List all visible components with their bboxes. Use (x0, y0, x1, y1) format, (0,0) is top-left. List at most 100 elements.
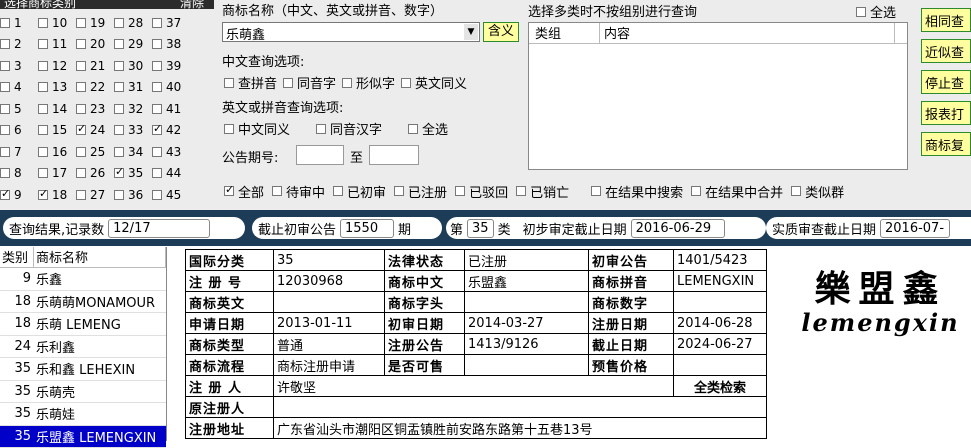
class-checkbox-33[interactable]: 33 (114, 123, 152, 137)
list-item[interactable]: 9乐鑫 (0, 268, 166, 291)
checkbox-icon[interactable] (152, 147, 162, 157)
class-checkbox-37[interactable]: 37 (152, 16, 182, 30)
checkbox-icon[interactable] (791, 186, 801, 196)
checkbox-icon[interactable] (76, 168, 86, 178)
filter-5[interactable]: 已销亡 (516, 182, 569, 201)
class-checkbox-43[interactable]: 43 (152, 145, 182, 159)
meaning-button[interactable]: 含义 (483, 22, 519, 42)
checkbox-icon[interactable] (152, 39, 162, 49)
class-checkbox-39[interactable]: 39 (152, 59, 182, 73)
en-option-0[interactable]: 中文同义 (224, 119, 290, 138)
class-checkbox-3[interactable]: 3 (0, 59, 38, 73)
full-class-search-button[interactable]: 全类检索 (674, 376, 767, 397)
class-checkbox-31[interactable]: 31 (114, 80, 152, 94)
class-checkbox-22[interactable]: 22 (76, 80, 114, 94)
cn-option-0[interactable]: 查拼音 (224, 73, 277, 92)
class-checkbox-44[interactable]: 44 (152, 166, 182, 180)
checkbox-icon[interactable] (114, 190, 124, 200)
class-checkbox-38[interactable]: 38 (152, 37, 182, 51)
checkbox-icon[interactable] (0, 18, 10, 28)
class-checkbox-42[interactable]: 42 (152, 123, 182, 137)
checkbox-icon[interactable] (76, 147, 86, 157)
filter-3[interactable]: 已注册 (394, 182, 447, 201)
checkbox-icon[interactable] (38, 147, 48, 157)
checkbox-icon[interactable] (333, 186, 343, 196)
checkbox-icon[interactable] (38, 168, 48, 178)
col-class[interactable]: 类别 (0, 247, 34, 267)
col-class-group[interactable]: 类组 (529, 23, 600, 43)
filter-2[interactable]: 已初审 (333, 182, 386, 201)
checkbox-icon[interactable] (38, 125, 48, 135)
class-checkbox-7[interactable]: 7 (0, 145, 38, 159)
action-button-4[interactable]: 商标复 (921, 132, 971, 156)
checkbox-icon[interactable] (76, 125, 86, 135)
list-item[interactable]: 18乐萌 LEMENG (0, 313, 166, 336)
action-button-3[interactable]: 报表打 (921, 101, 971, 125)
action-button-0[interactable]: 相同查 (921, 8, 971, 32)
action-button-2[interactable]: 停止查 (921, 70, 971, 94)
checkbox-icon[interactable] (114, 125, 124, 135)
class-checkbox-4[interactable]: 4 (0, 80, 38, 94)
checkbox-icon[interactable] (114, 104, 124, 114)
list-item[interactable]: 35乐萌壳 (0, 381, 166, 404)
checkbox-icon[interactable] (0, 82, 10, 92)
class-checkbox-35[interactable]: 35 (114, 166, 152, 180)
checkbox-icon[interactable] (152, 190, 162, 200)
class-checkbox-8[interactable]: 8 (0, 166, 38, 180)
checkbox-icon[interactable] (408, 124, 418, 134)
checkbox-icon[interactable] (114, 61, 124, 71)
checkbox-icon[interactable] (38, 82, 48, 92)
class-checkbox-25[interactable]: 25 (76, 145, 114, 159)
checkbox-icon[interactable] (0, 39, 10, 49)
class-checkbox-32[interactable]: 32 (114, 102, 152, 116)
checkbox-icon[interactable] (394, 186, 404, 196)
checkbox-icon[interactable] (0, 104, 10, 114)
checkbox-icon[interactable] (76, 190, 86, 200)
list-item[interactable]: 18乐萌萌MONAMOUR (0, 291, 166, 314)
col-trademark-name[interactable]: 商标名称 (34, 247, 166, 267)
checkbox-icon[interactable] (152, 18, 162, 28)
filter-4[interactable]: 已驳回 (455, 182, 508, 201)
class-checkbox-6[interactable]: 6 (0, 123, 38, 137)
checkbox-icon[interactable] (76, 39, 86, 49)
name-input[interactable]: 乐萌鑫 ▼ (222, 22, 480, 42)
cn-option-3[interactable]: 英文同义 (401, 73, 467, 92)
checkbox-icon[interactable] (691, 186, 701, 196)
class-checkbox-14[interactable]: 14 (38, 102, 76, 116)
filter-1[interactable]: 待审中 (272, 182, 325, 201)
checkbox-icon[interactable] (152, 125, 162, 135)
class-checkbox-17[interactable]: 17 (38, 166, 76, 180)
checkbox-icon[interactable] (114, 147, 124, 157)
filter-6[interactable]: 在结果中搜索 (591, 182, 683, 201)
checkbox-icon[interactable] (38, 61, 48, 71)
checkbox-icon[interactable] (591, 186, 601, 196)
checkbox-icon[interactable] (283, 78, 293, 88)
period-to-input[interactable] (369, 145, 419, 165)
class-checkbox-27[interactable]: 27 (76, 188, 114, 202)
checkbox-icon[interactable] (76, 61, 86, 71)
class-checkbox-28[interactable]: 28 (114, 16, 152, 30)
class-checkbox-29[interactable]: 29 (114, 37, 152, 51)
checkbox-icon[interactable] (114, 82, 124, 92)
list-item[interactable]: 35乐和鑫 LEHEXIN (0, 358, 166, 381)
class-checkbox-15[interactable]: 15 (38, 123, 76, 137)
dropdown-arrow-icon[interactable]: ▼ (464, 24, 478, 40)
class-checkbox-41[interactable]: 41 (152, 102, 182, 116)
checkbox-icon[interactable] (516, 186, 526, 196)
list-item[interactable]: 35乐萌娃 (0, 403, 166, 426)
class-checkbox-30[interactable]: 30 (114, 59, 152, 73)
class-checkbox-16[interactable]: 16 (38, 145, 76, 159)
class-checkbox-34[interactable]: 34 (114, 145, 152, 159)
class-checkbox-13[interactable]: 13 (38, 80, 76, 94)
list-item[interactable]: 24乐利鑫 (0, 336, 166, 359)
checkbox-icon[interactable] (76, 82, 86, 92)
multi-class-list[interactable]: 类组 内容 (528, 22, 908, 170)
class-checkbox-1[interactable]: 1 (0, 16, 38, 30)
filter-0[interactable]: 全部 (224, 182, 264, 201)
col-content[interactable]: 内容 (600, 23, 895, 43)
checkbox-icon[interactable] (114, 18, 124, 28)
class-checkbox-26[interactable]: 26 (76, 166, 114, 180)
class-checkbox-10[interactable]: 10 (38, 16, 76, 30)
class-checkbox-18[interactable]: 18 (38, 188, 76, 202)
checkbox-icon[interactable] (0, 61, 10, 71)
